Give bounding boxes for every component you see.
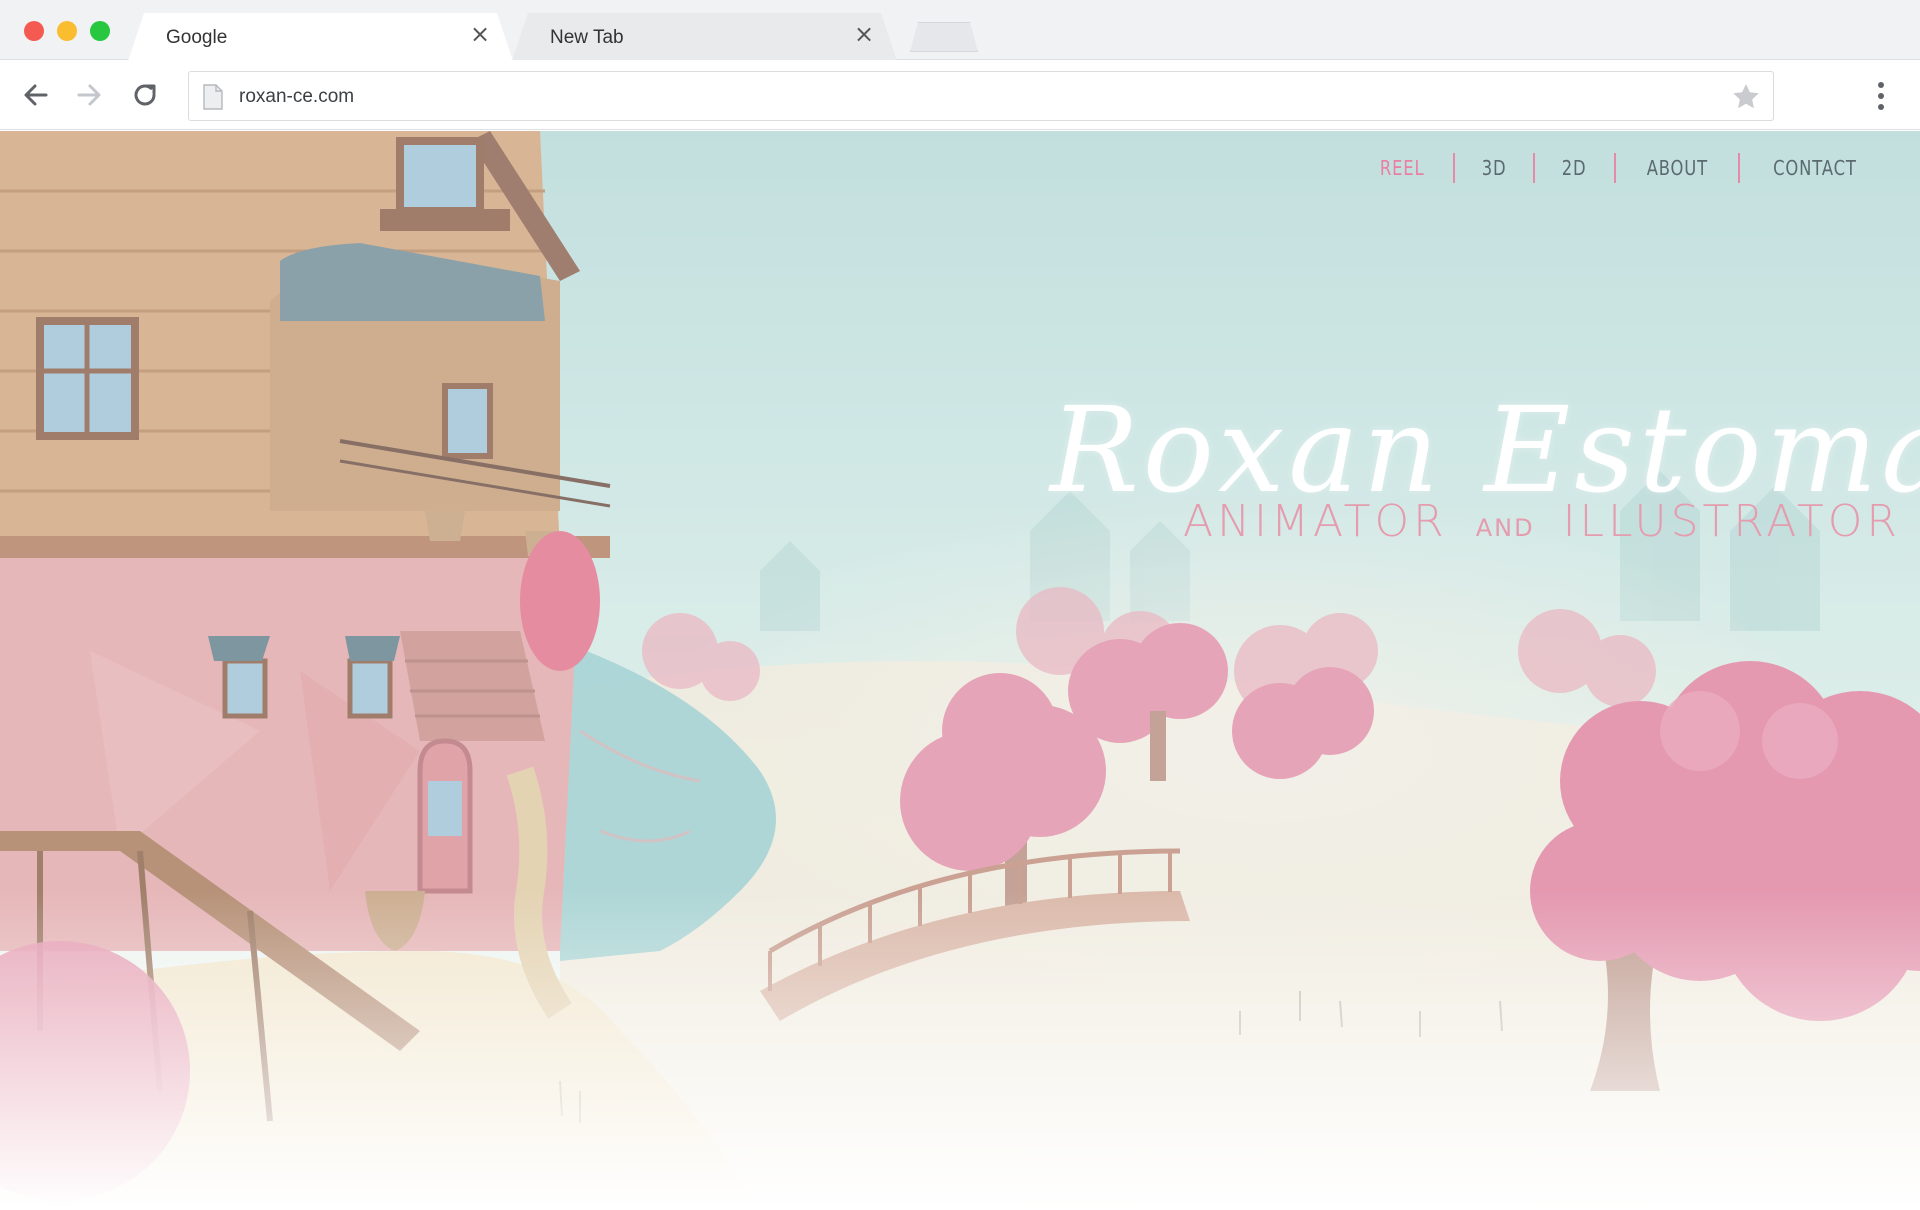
minimize-window-button[interactable] bbox=[57, 21, 77, 41]
nav-divider bbox=[1533, 153, 1536, 183]
menu-dots-icon[interactable] bbox=[1868, 80, 1894, 112]
subtitle-role-illustrator: ILLUSTRATOR bbox=[1562, 496, 1901, 547]
back-arrow-icon[interactable] bbox=[18, 78, 52, 112]
tab-title: New Tab bbox=[550, 27, 624, 48]
close-icon[interactable]: × bbox=[853, 22, 875, 46]
site-navigation: REEL 3D 2D ABOUT CONTACT bbox=[1351, 153, 1890, 183]
maximize-window-button[interactable] bbox=[90, 21, 110, 41]
hero-illustration bbox=[0, 131, 1920, 1210]
nav-divider bbox=[1738, 153, 1741, 183]
close-window-button[interactable] bbox=[24, 21, 44, 41]
star-icon[interactable] bbox=[1731, 82, 1761, 112]
browser-toolbar: roxan-ce.com bbox=[0, 60, 1920, 130]
nav-item-reel[interactable]: REEL bbox=[1360, 156, 1444, 180]
nav-item-3d[interactable]: 3D bbox=[1462, 156, 1526, 180]
nav-divider bbox=[1613, 153, 1616, 183]
subtitle-role-animator: ANIMATOR bbox=[1183, 496, 1448, 547]
new-tab-button[interactable] bbox=[910, 22, 978, 52]
website-viewport: REEL 3D 2D ABOUT CONTACT Roxan Estomata … bbox=[0, 131, 1920, 1210]
nav-item-contact[interactable]: CONTACT bbox=[1754, 156, 1877, 180]
browser-titlebar: Google × New Tab × bbox=[0, 0, 1920, 60]
tab-new-tab[interactable]: New Tab × bbox=[512, 13, 897, 61]
address-bar[interactable]: roxan-ce.com bbox=[188, 71, 1774, 121]
hero-subtitle: ANIMATOR AND ILLUSTRATOR bbox=[1183, 496, 1901, 547]
forward-arrow-icon[interactable] bbox=[73, 78, 107, 112]
reload-icon[interactable] bbox=[128, 78, 162, 112]
nav-divider bbox=[1453, 153, 1456, 183]
tab-title: Google bbox=[166, 27, 228, 48]
close-icon[interactable]: × bbox=[469, 22, 491, 46]
nav-item-about[interactable]: ABOUT bbox=[1627, 156, 1728, 180]
nav-item-2d[interactable]: 2D bbox=[1542, 156, 1606, 180]
tab-google[interactable]: Google × bbox=[128, 13, 513, 61]
url-text[interactable]: roxan-ce.com bbox=[239, 86, 354, 108]
subtitle-conjunction: AND bbox=[1475, 514, 1535, 542]
page-icon bbox=[202, 84, 224, 110]
